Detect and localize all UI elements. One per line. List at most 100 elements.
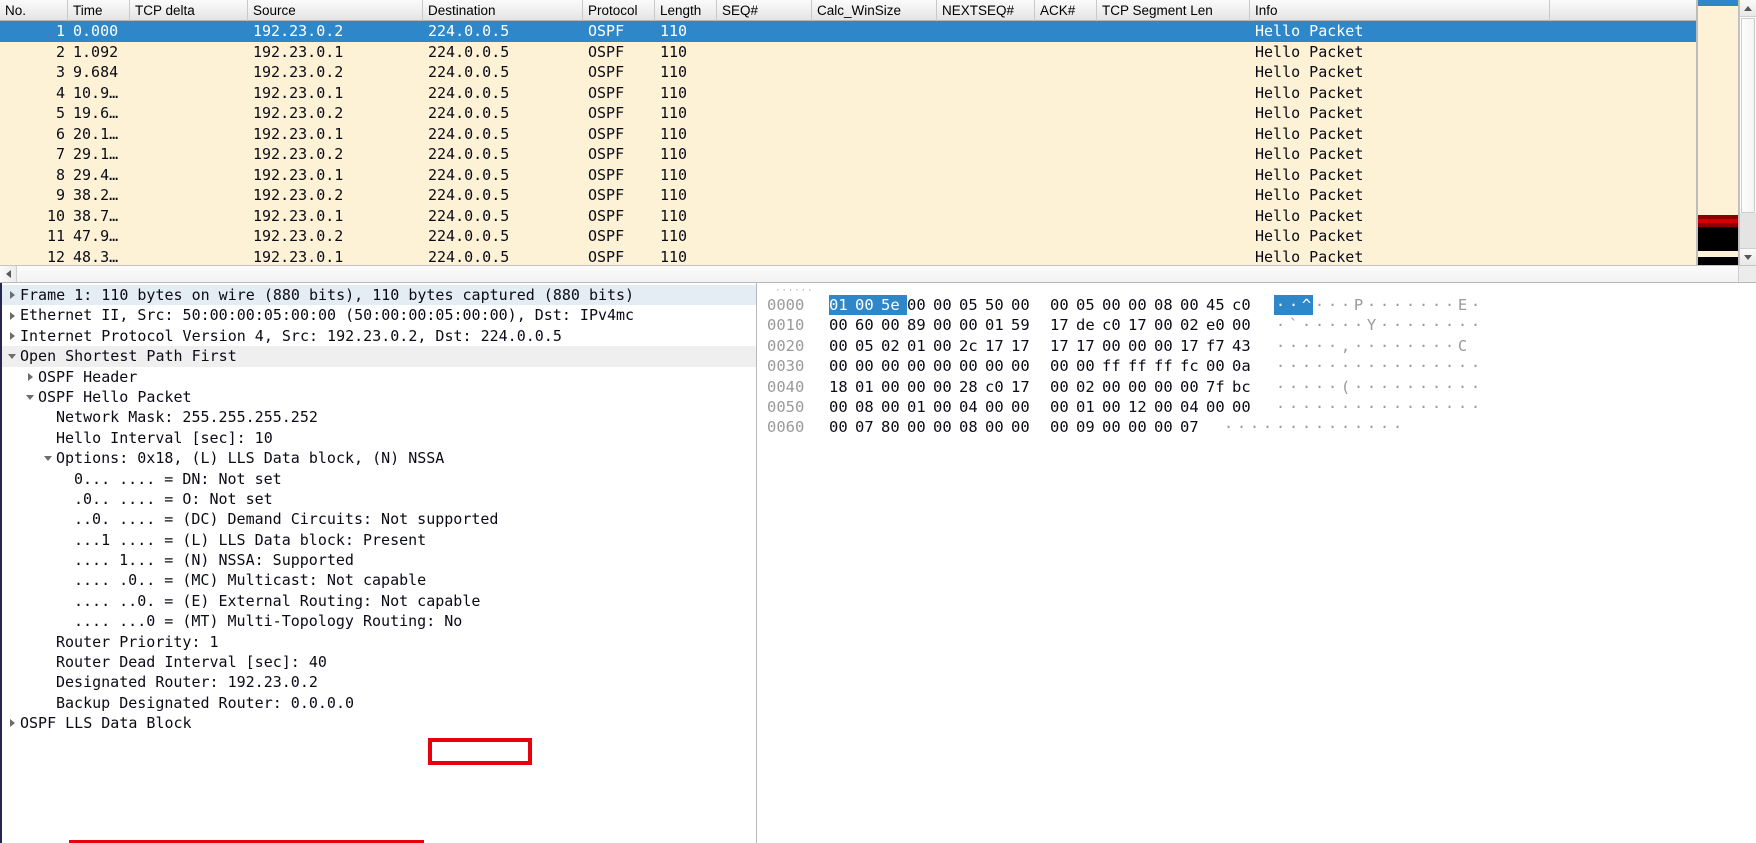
ascii-char[interactable]: ·	[1274, 397, 1287, 417]
hex-byte[interactable]: 00	[881, 377, 907, 397]
column-header-time[interactable]: Time	[68, 0, 130, 21]
column-header-destination[interactable]: Destination	[423, 0, 583, 21]
hex-byte[interactable]: de	[1076, 315, 1102, 335]
detail-tree-item[interactable]: .... ..0. = (E) External Routing: Not ca…	[0, 591, 756, 611]
ascii-char[interactable]: (	[1339, 377, 1352, 397]
ascii-char[interactable]: ·	[1430, 397, 1443, 417]
ascii-char[interactable]: ·	[1313, 417, 1326, 437]
ascii-char[interactable]: ·	[1430, 295, 1443, 315]
hex-byte[interactable]: 07	[1180, 417, 1206, 437]
packet-list-rows[interactable]: 1 0.000 192.23.0.2 224.0.0.5 OSPF 110 Hello Pa…	[0, 21, 1696, 265]
hex-byte[interactable]: 00	[1011, 356, 1037, 376]
hex-byte[interactable]: 00	[1050, 397, 1076, 417]
table-row[interactable]: 4 10.9… 192.23.0.1 224.0.0.5 OSPF 110 Hello Pa…	[0, 83, 1696, 104]
ascii-char[interactable]: ·	[1326, 417, 1339, 437]
hex-byte[interactable]: 00	[907, 356, 933, 376]
hex-dump-line[interactable]: 0050 00 08 00 01 00 04 00 00 00 01 00 12 00 04 00 00 · · · ·…	[767, 397, 1568, 417]
ascii-char[interactable]: ·	[1430, 315, 1443, 335]
ascii-char[interactable]: ·	[1287, 336, 1300, 356]
chevron-right-icon[interactable]	[6, 326, 20, 346]
column-header-no[interactable]: No.	[0, 0, 68, 21]
column-header-length[interactable]: Length	[655, 0, 717, 21]
detail-tree-item[interactable]: Designated Router: 192.23.0.2	[0, 672, 756, 692]
hex-byte[interactable]: 00	[1180, 295, 1206, 315]
column-header-seq[interactable]: SEQ#	[717, 0, 812, 21]
detail-tree-item[interactable]: .... .0.. = (MC) Multicast: Not capable	[0, 570, 756, 590]
hex-byte[interactable]: 00	[1232, 397, 1258, 417]
chevron-right-icon[interactable]	[24, 367, 38, 387]
ascii-char[interactable]: P	[1352, 295, 1365, 315]
ascii-char[interactable]: ·	[1443, 397, 1456, 417]
ascii-char[interactable]: ·	[1391, 377, 1404, 397]
ascii-char[interactable]: ·	[1417, 295, 1430, 315]
ascii-char[interactable]: ·	[1287, 417, 1300, 437]
detail-tree-item[interactable]: 0... .... = DN: Not set	[0, 469, 756, 489]
ascii-char[interactable]: ·	[1456, 356, 1469, 376]
ascii-char[interactable]: ·	[1274, 377, 1287, 397]
ascii-char[interactable]: ·	[1352, 356, 1365, 376]
hex-byte[interactable]: 2c	[959, 336, 985, 356]
hex-byte[interactable]: 02	[1180, 315, 1206, 335]
ascii-char[interactable]: ·	[1339, 315, 1352, 335]
hex-byte[interactable]: 17	[1128, 315, 1154, 335]
packet-detail-pane[interactable]: Frame 1: 110 bytes on wire (880 bits), 1…	[0, 283, 757, 843]
detail-tree-item[interactable]: OSPF LLS Data Block	[0, 713, 756, 733]
ascii-char[interactable]: ·	[1443, 336, 1456, 356]
hex-byte[interactable]: 5e	[881, 295, 907, 316]
ascii-char[interactable]: ·	[1378, 397, 1391, 417]
hex-byte[interactable]: 01	[1076, 397, 1102, 417]
hex-byte[interactable]: 00	[1102, 377, 1128, 397]
hex-byte[interactable]: 00	[985, 356, 1011, 376]
hex-byte[interactable]: 05	[1076, 295, 1102, 315]
hex-byte[interactable]: 17	[985, 336, 1011, 356]
hex-byte[interactable]: 00	[959, 315, 985, 335]
column-header-ack[interactable]: ACK#	[1035, 0, 1097, 21]
hex-byte[interactable]: ff	[1128, 356, 1154, 376]
ascii-char[interactable]: ·	[1326, 377, 1339, 397]
ascii-char[interactable]: ·	[1261, 417, 1274, 437]
hex-byte[interactable]: e0	[1206, 315, 1232, 335]
hex-byte[interactable]: 60	[855, 315, 881, 335]
ascii-char[interactable]: ·	[1391, 356, 1404, 376]
ascii-char[interactable]: ·	[1469, 295, 1482, 315]
detail-tree-item[interactable]: OSPF Hello Packet	[0, 387, 756, 407]
detail-tree-item[interactable]: ..0. .... = (DC) Demand Circuits: Not su…	[0, 509, 756, 529]
packet-list-horizontal-scrollbar[interactable]	[0, 265, 1756, 282]
hex-byte[interactable]: c0	[985, 377, 1011, 397]
ascii-char[interactable]: ·	[1443, 377, 1456, 397]
hex-byte[interactable]: 00	[1154, 377, 1180, 397]
hex-byte[interactable]: 17	[1050, 315, 1076, 335]
hex-byte[interactable]: 00	[1011, 417, 1037, 437]
ascii-char[interactable]: Y	[1365, 315, 1378, 335]
column-header-tcp-segment-len[interactable]: TCP Segment Len	[1097, 0, 1250, 21]
hex-byte[interactable]: 00	[829, 397, 855, 417]
packet-bytes-pane[interactable]: ······ 0000 01 00 5e 00 00 05 50 00 00 05 00 00 08 00 4…	[757, 283, 1756, 843]
hex-byte[interactable]: 00	[829, 356, 855, 376]
ascii-char[interactable]: ·	[1391, 336, 1404, 356]
hex-byte[interactable]: 17	[1011, 336, 1037, 356]
hex-byte[interactable]: 00	[1232, 315, 1258, 335]
packet-list-header[interactable]: No. Time TCP delta Source Destination Protoco…	[0, 0, 1696, 21]
hex-byte[interactable]: 05	[855, 336, 881, 356]
ascii-char[interactable]: ·	[1339, 397, 1352, 417]
ascii-char[interactable]: ·	[1417, 356, 1430, 376]
column-header-protocol[interactable]: Protocol	[583, 0, 655, 21]
ascii-char[interactable]: ·	[1469, 377, 1482, 397]
hex-byte[interactable]: 08	[855, 397, 881, 417]
hex-byte[interactable]: 00	[1154, 315, 1180, 335]
hex-byte[interactable]: 00	[1128, 377, 1154, 397]
hex-byte[interactable]: 00	[907, 417, 933, 437]
hex-byte[interactable]: c0	[1232, 295, 1258, 315]
hex-byte[interactable]: 00	[907, 377, 933, 397]
hex-byte[interactable]: 00	[933, 377, 959, 397]
hex-byte[interactable]: 00	[959, 356, 985, 376]
ascii-char[interactable]: ·	[1300, 336, 1313, 356]
hex-byte[interactable]: 00	[985, 397, 1011, 417]
ascii-char[interactable]: ·	[1352, 315, 1365, 335]
hex-byte[interactable]: 45	[1206, 295, 1232, 315]
ascii-char[interactable]: ·	[1339, 295, 1352, 315]
ascii-char[interactable]: ·	[1313, 397, 1326, 417]
hex-byte[interactable]: 00	[907, 295, 933, 315]
hex-byte[interactable]: 00	[1154, 397, 1180, 417]
ascii-char[interactable]: ·	[1326, 295, 1339, 315]
